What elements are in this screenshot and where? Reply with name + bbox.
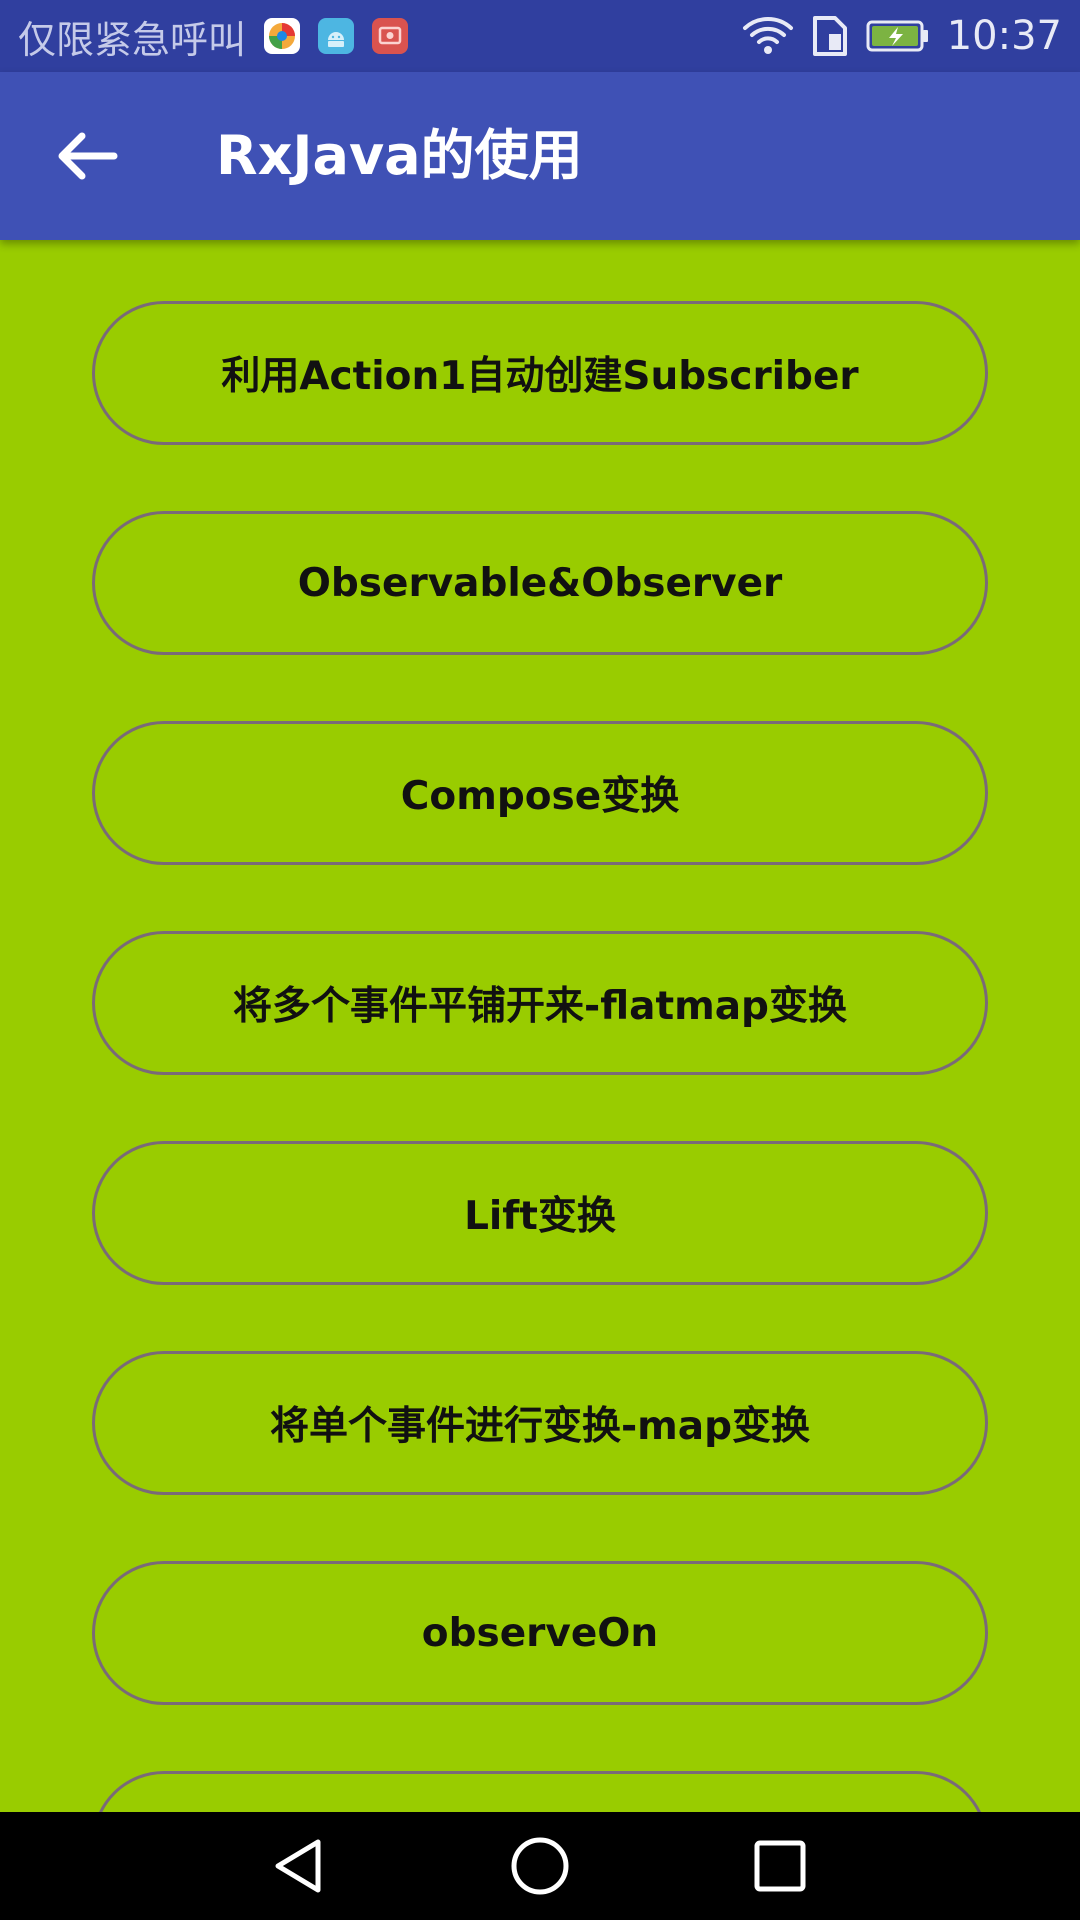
screen-recorder-icon (372, 18, 409, 54)
status-time: 10:37 (946, 13, 1062, 59)
nav-back-button[interactable] (260, 1826, 340, 1906)
battery-charging-icon (865, 14, 931, 58)
map-transform-button[interactable]: 将单个事件进行变换-map变换 (92, 1351, 988, 1495)
flatmap-transform-button[interactable]: 将多个事件平铺开来-flatmap变换 (92, 931, 988, 1075)
compose-transform-button[interactable]: Compose变换 (92, 721, 988, 865)
sim-card-icon (809, 14, 851, 58)
status-left: 仅限紧急呼叫 (18, 0, 409, 72)
arrow-back-icon (58, 132, 118, 180)
android-app-icon (318, 18, 355, 54)
back-button[interactable] (44, 112, 132, 200)
status-right: 10:37 (741, 0, 1062, 72)
recents-square-icon (754, 1840, 806, 1892)
screen: 仅限紧急呼叫 10:37 RxJava的使用 利用Action1自动创建Subs… (0, 0, 1080, 1920)
carrier-text: 仅限紧急呼叫 (18, 17, 247, 62)
lift-transform-button[interactable]: Lift变换 (92, 1141, 988, 1285)
action1-subscriber-button[interactable]: 利用Action1自动创建Subscriber (92, 301, 988, 445)
button-list: 利用Action1自动创建Subscriber Observable&Obser… (0, 240, 1080, 1812)
wifi-icon (741, 14, 795, 58)
browser-app-icon (264, 18, 301, 54)
partially-visible-button[interactable] (92, 1771, 988, 1812)
app-bar: RxJava的使用 (0, 72, 1080, 240)
observable-observer-button[interactable]: Observable&Observer (92, 511, 988, 655)
back-triangle-icon (275, 1839, 321, 1893)
navigation-bar (0, 1812, 1080, 1920)
nav-home-button[interactable] (500, 1826, 580, 1906)
page-title: RxJava的使用 (216, 124, 583, 187)
nav-recents-button[interactable] (740, 1826, 820, 1906)
home-circle-icon (511, 1837, 569, 1895)
status-bar: 仅限紧急呼叫 10:37 (0, 0, 1080, 72)
observe-on-button[interactable]: observeOn (92, 1561, 988, 1705)
